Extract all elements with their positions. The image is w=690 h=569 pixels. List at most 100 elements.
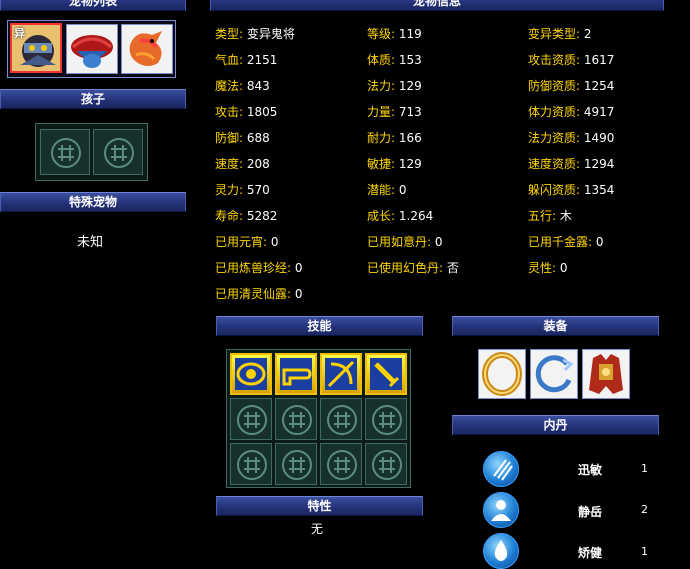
attribute-value: 1490 <box>583 131 615 145</box>
attribute-label: 敏捷: <box>367 157 396 171</box>
attribute-label: 已用炼兽珍经: <box>215 261 292 275</box>
traits-value: 无 <box>311 522 324 536</box>
attribute-value: 1.264 <box>398 209 434 223</box>
attribute-label: 灵性: <box>528 261 557 275</box>
equipment-header: 装备 <box>452 316 659 336</box>
attribute-label: 等级: <box>367 27 396 41</box>
equipment-slot-1[interactable] <box>478 349 526 399</box>
pet-list-header: 宠物列表 <box>0 0 186 11</box>
skill-slot-empty[interactable] <box>230 443 272 485</box>
attribute-label: 五行: <box>528 209 557 223</box>
attribute-col1-3: 攻击: 1805 <box>215 104 277 120</box>
attribute-col2-5: 敏捷: 129 <box>367 156 422 172</box>
red-armor-equipment-icon <box>589 354 623 394</box>
children-slots <box>35 123 148 181</box>
attribute-value: 木 <box>559 209 572 223</box>
skill-slot-3[interactable] <box>320 353 362 395</box>
attribute-col3-6: 躲闪资质: 1354 <box>528 182 614 198</box>
crossed-bow-skill-icon <box>325 358 357 390</box>
skill-slot-empty[interactable] <box>320 398 362 440</box>
attribute-value: 1294 <box>583 157 615 171</box>
attribute-value: 0 <box>434 235 443 249</box>
pet-slot-3[interactable] <box>121 24 173 74</box>
attribute-value: 0 <box>559 261 568 275</box>
mountain-figure-glyph-icon <box>491 500 511 521</box>
equipment-slot-2[interactable] <box>530 349 578 399</box>
attribute-col2-3: 力量: 713 <box>367 104 422 120</box>
attribute-value: 1254 <box>583 79 615 93</box>
attribute-label: 攻击资质: <box>528 53 581 67</box>
attribute-value: 0 <box>294 261 303 275</box>
attribute-label: 法力: <box>367 79 396 93</box>
attribute-col2-7: 成长: 1.264 <box>367 208 433 224</box>
attribute-label: 已使用幻色丹: <box>367 261 444 275</box>
traits-header: 特性 <box>216 496 423 516</box>
attribute-label: 已用元宵: <box>215 235 268 249</box>
attribute-value: 208 <box>246 157 270 171</box>
attribute-value: 129 <box>398 79 422 93</box>
attribute-label: 已用如意丹: <box>367 235 432 249</box>
child-slot-1[interactable] <box>40 129 90 175</box>
attribute-col1-8: 已用元宵: 0 <box>215 234 279 250</box>
claw-strike-glyph-icon <box>493 459 513 481</box>
skill-slot-empty[interactable] <box>230 398 272 440</box>
skill-slot-empty[interactable] <box>365 398 407 440</box>
feathered-creature-pet-icon <box>67 25 117 73</box>
skill-slot-4[interactable] <box>365 353 407 395</box>
attribute-label: 防御: <box>215 131 244 145</box>
pet-slot-2[interactable] <box>66 24 118 74</box>
attribute-col1-0: 类型: 变异鬼将 <box>215 26 295 42</box>
attribute-label: 法力资质: <box>528 131 581 145</box>
skill-slot-empty[interactable] <box>275 443 317 485</box>
attribute-label: 类型: <box>215 27 244 41</box>
empty-slot-emblem-icon <box>282 405 312 435</box>
attribute-label: 成长: <box>367 209 396 223</box>
attribute-col1-4: 防御: 688 <box>215 130 270 146</box>
attribute-col2-6: 潜能: 0 <box>367 182 407 198</box>
children-header: 孩子 <box>0 89 186 109</box>
inner-elixir-level-2: 2 <box>641 503 648 516</box>
attribute-value: 2 <box>583 27 592 41</box>
bow-arch-skill-icon <box>280 358 312 390</box>
equipment-slots <box>478 349 632 401</box>
attribute-value: 否 <box>446 261 459 275</box>
attribute-label: 潜能: <box>367 183 396 197</box>
attribute-value: 1617 <box>583 53 615 67</box>
skills-grid <box>226 349 411 488</box>
equipment-slot-3[interactable] <box>582 349 630 399</box>
empty-slot-emblem-icon <box>104 138 134 168</box>
skill-slot-empty[interactable] <box>320 443 362 485</box>
skills-header: 技能 <box>216 316 423 336</box>
pet-info-header: 宠物信息 <box>210 0 664 11</box>
empty-slot-emblem-icon <box>51 138 81 168</box>
attribute-col3-8: 已用千金露: 0 <box>528 234 604 250</box>
attribute-value: 843 <box>246 79 270 93</box>
attribute-col1-5: 速度: 208 <box>215 156 270 172</box>
attribute-label: 攻击: <box>215 105 244 119</box>
skill-slot-empty[interactable] <box>275 398 317 440</box>
attribute-col1-1: 气血: 2151 <box>215 52 277 68</box>
empty-slot-emblem-icon <box>372 450 402 480</box>
attribute-value: 4917 <box>583 105 615 119</box>
attribute-col3-9: 灵性: 0 <box>528 260 568 276</box>
attribute-value: 153 <box>398 53 422 67</box>
attribute-label: 灵力: <box>215 183 244 197</box>
pet-slot-1[interactable]: 异 <box>10 23 62 73</box>
empty-slot-emblem-icon <box>282 450 312 480</box>
skill-slot-1[interactable] <box>230 353 272 395</box>
child-slot-2[interactable] <box>93 129 143 175</box>
pet-slots: 异 <box>7 20 176 78</box>
attribute-value: 2151 <box>246 53 278 67</box>
attribute-value: 570 <box>246 183 270 197</box>
skill-slot-empty[interactable] <box>365 443 407 485</box>
skill-slot-2[interactable] <box>275 353 317 395</box>
attribute-value: 129 <box>398 157 422 171</box>
blue-loop-equipment-icon <box>535 355 574 393</box>
inner-elixir-name-1: 迅敏 <box>577 463 602 477</box>
attribute-col3-7: 五行: 木 <box>528 208 572 224</box>
attribute-col2-4: 耐力: 166 <box>367 130 422 146</box>
special-pets-value: 未知 <box>77 235 104 250</box>
attribute-label: 躲闪资质: <box>528 183 581 197</box>
attribute-col1-9: 已用炼兽珍经: 0 <box>215 260 303 276</box>
eye-skill-icon <box>235 358 267 390</box>
